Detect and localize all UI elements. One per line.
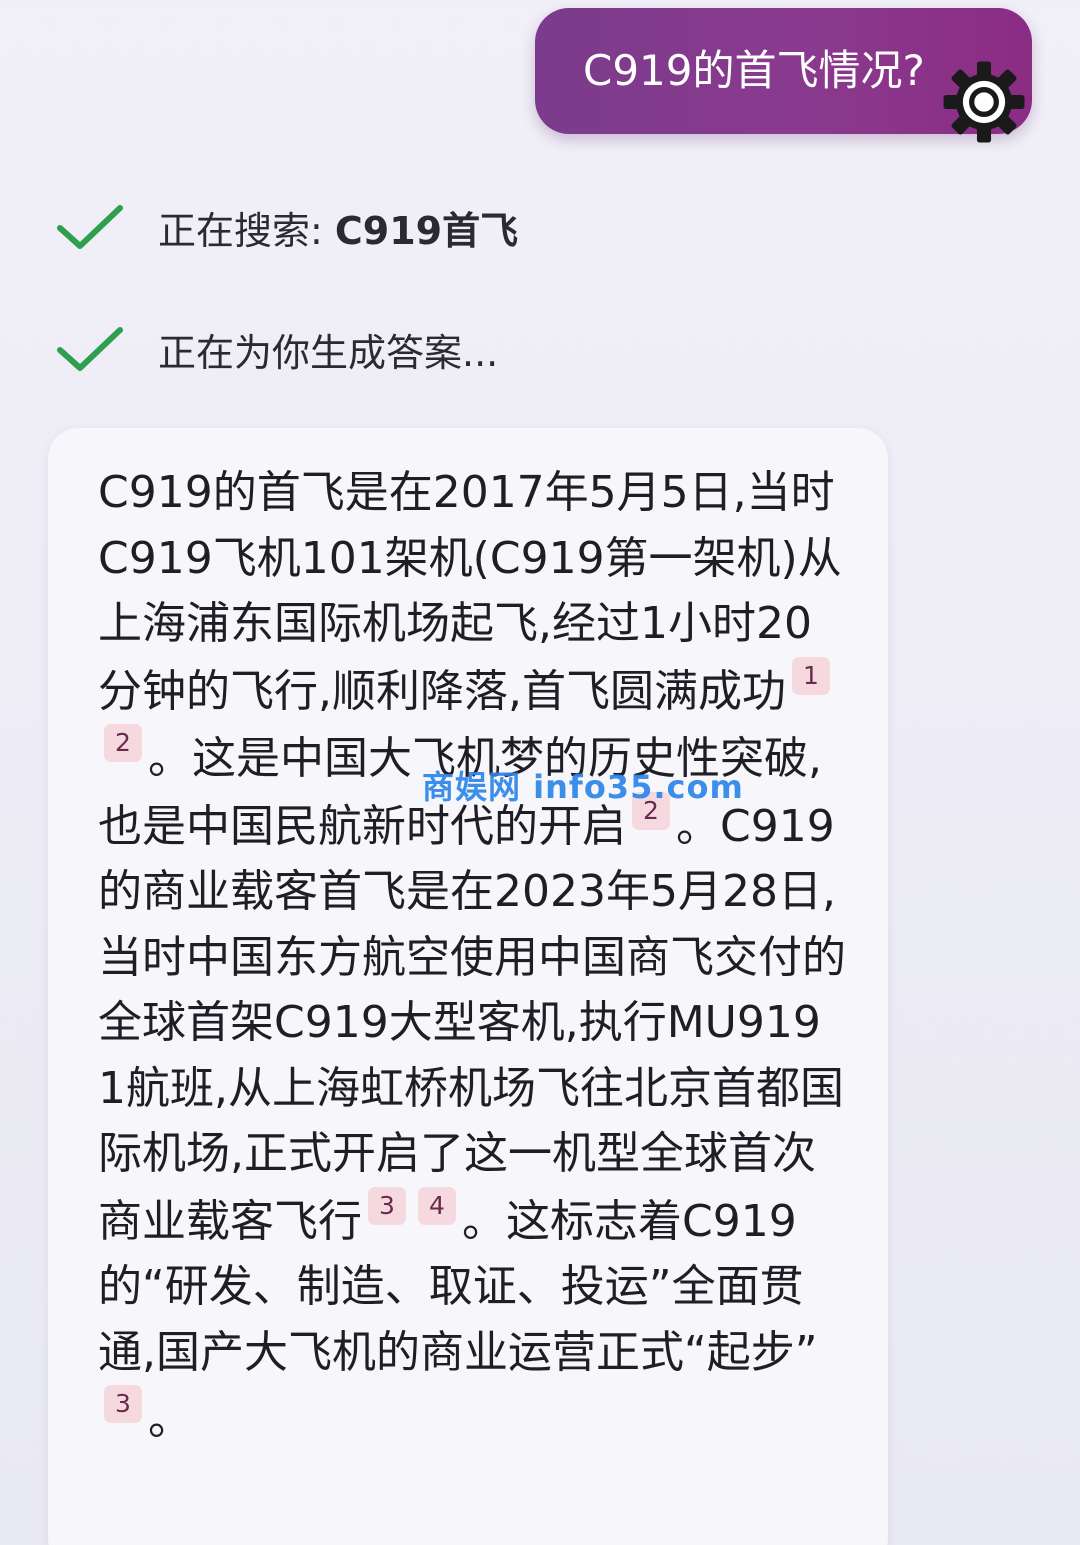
answer-segment: 。C919的商业载客首飞是在2023年5月28日,当时中国东方航空使用中国商飞交… [98, 800, 846, 1247]
citation-badge[interactable]: 3 [104, 1385, 142, 1423]
citation-badge[interactable]: 1 [791, 656, 830, 695]
answer-segment: C919的首飞是在2017年5月5日,当时C919飞机101架机(C919第一架… [98, 467, 842, 717]
status-generating-row: 正在为你生成答案... [56, 314, 498, 384]
status-search-text: 正在搜索: C919首飞 [158, 200, 518, 255]
check-icon [57, 205, 123, 249]
status-search-prefix: 正在搜索: [158, 208, 335, 253]
citation-badge[interactable]: 2 [104, 724, 142, 762]
status-search-row: 正在搜索: C919首飞 [56, 192, 518, 262]
answer-text: C919的首飞是在2017年5月5日,当时C919飞机101架机(C919第一架… [98, 460, 848, 1453]
status-search-query: C919首飞 [334, 208, 519, 253]
gear-icon[interactable] [940, 58, 1028, 146]
status-generating-text: 正在为你生成答案... [158, 330, 499, 375]
answer-segment: 。 [148, 1394, 192, 1445]
check-icon [57, 327, 123, 371]
watermark: 商娱网 info35.com [422, 768, 744, 806]
answer-card: C919的首飞是在2017年5月5日,当时C919飞机101架机(C919第一架… [48, 428, 888, 1545]
citation-badge[interactable]: 3 [368, 1186, 406, 1225]
user-message-text: C919的首飞情况? [583, 46, 925, 95]
citation-badge[interactable]: 4 [418, 1186, 456, 1225]
